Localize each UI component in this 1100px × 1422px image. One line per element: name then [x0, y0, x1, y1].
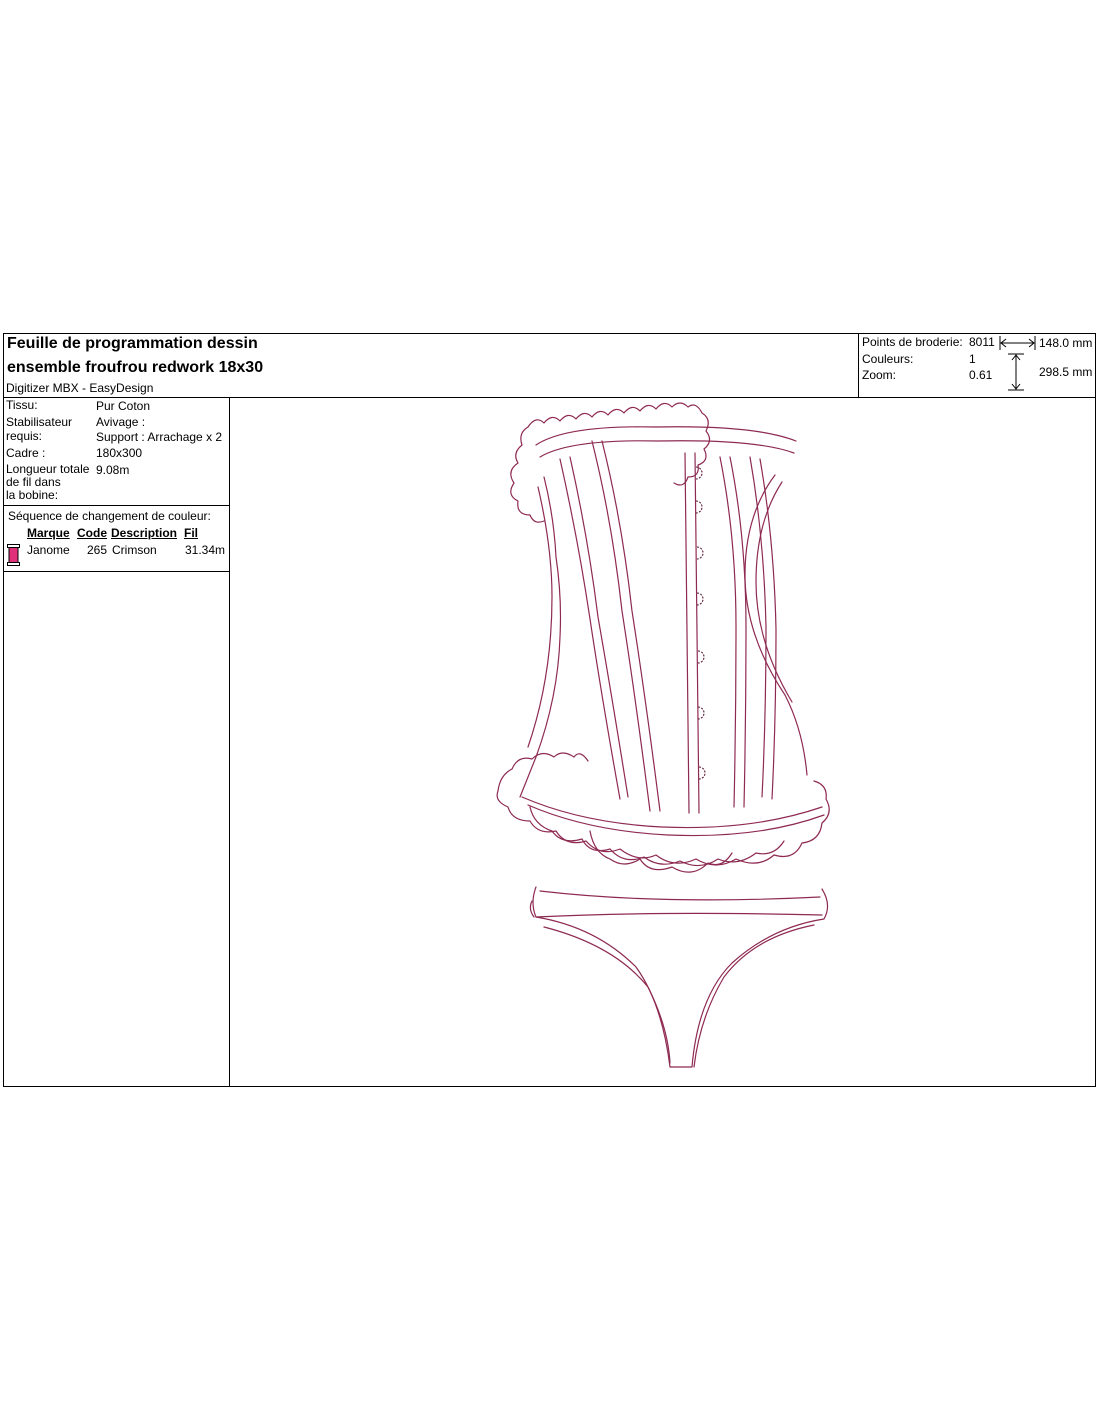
- column-thread: Fil: [184, 526, 198, 540]
- embroidery-design-illustration: [496, 402, 830, 1068]
- stabilizer-label-cont: requis:: [6, 429, 43, 443]
- thread-brand: Janome: [27, 543, 70, 557]
- thread-length-value: 9.08m: [96, 463, 130, 477]
- colors-label: Couleurs:: [862, 352, 914, 366]
- stitch-count-value: 8011: [969, 335, 995, 349]
- stitch-count-label: Points de broderie:: [862, 335, 963, 349]
- software-name: Digitizer MBX - EasyDesign: [6, 381, 154, 395]
- corset-outline: [519, 476, 562, 798]
- programming-sheet: Feuille de programmation dessin ensemble…: [3, 333, 1096, 1087]
- sheet-header: Feuille de programmation dessin ensemble…: [4, 334, 1095, 398]
- design-width: 148.0 mm: [1039, 336, 1093, 350]
- frame-value: 180x300: [96, 446, 143, 460]
- section-divider: [4, 505, 229, 506]
- thread-length-label-end: la bobine:: [6, 488, 59, 502]
- sheet-title: Feuille de programmation dessin: [7, 335, 258, 352]
- zoom-label: Zoom:: [862, 368, 897, 382]
- column-code: Code: [77, 526, 107, 540]
- design-preview: [230, 397, 1095, 1086]
- zoom-value: 0.61: [969, 368, 993, 382]
- column-brand: Marque: [27, 526, 70, 540]
- frame-label: Cadre :: [6, 446, 46, 460]
- stats-panel: Points de broderie: 8011 Couleurs: 1 Zoo…: [858, 334, 1096, 397]
- thread-code: 265: [87, 543, 108, 557]
- stabilizer-value-cont: Support : Arrachage x 2: [96, 430, 223, 444]
- design-height: 298.5 mm: [1039, 365, 1093, 379]
- colors-value: 1: [969, 352, 976, 366]
- top-ruffle: [527, 402, 711, 486]
- stabilizer-label: Stabilisateur: [6, 415, 73, 429]
- thread-length: 31.34m: [185, 543, 226, 557]
- section-divider: [4, 571, 229, 572]
- thread-spool-icon: [7, 544, 20, 566]
- fabric-label: Tissu:: [6, 398, 38, 412]
- bottom-ruffle: [496, 768, 830, 866]
- thread-description: Crimson: [112, 543, 157, 557]
- info-panel: Tissu: Pur Coton Stabilisateur requis: A…: [4, 397, 230, 1086]
- design-name: ensemble froufrou redwork 18x30: [7, 359, 264, 376]
- color-sequence-title: Séquence de changement de couleur:: [8, 509, 211, 523]
- fabric-value: Pur Coton: [96, 399, 151, 413]
- stabilizer-value: Avivage :: [96, 415, 146, 429]
- column-description: Description: [111, 526, 178, 540]
